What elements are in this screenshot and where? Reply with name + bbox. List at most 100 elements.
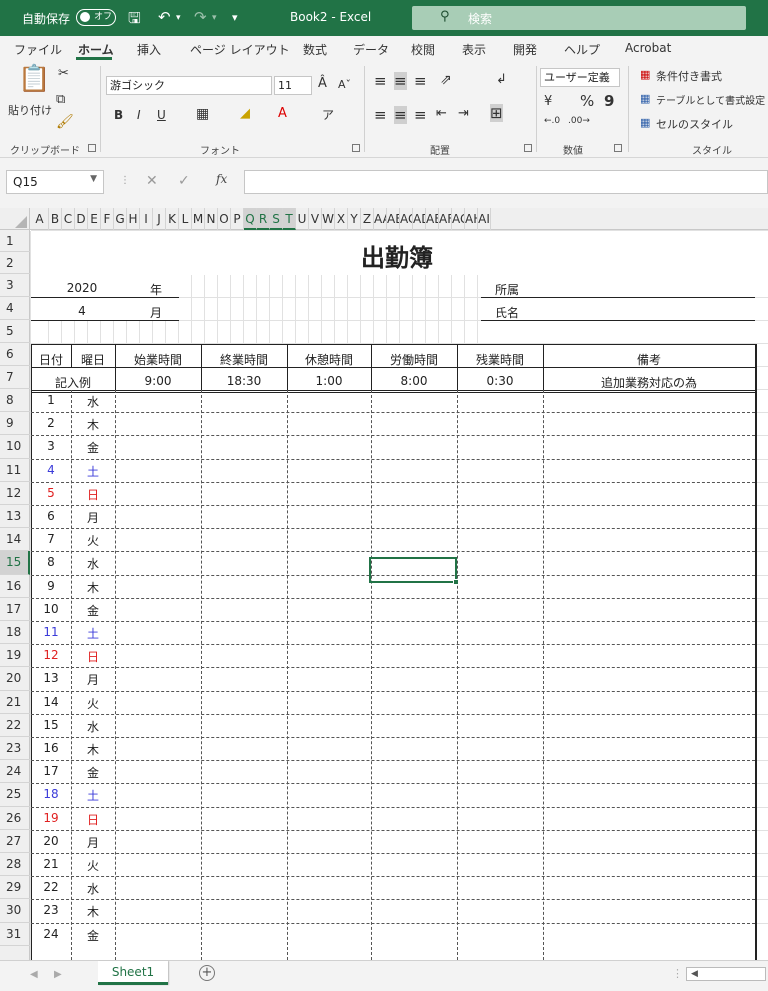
tab-home[interactable]: ホーム	[78, 41, 114, 58]
column-header[interactable]: I	[140, 208, 153, 230]
column-header[interactable]: B	[49, 208, 62, 230]
row-header[interactable]: 28	[0, 853, 30, 877]
row-header[interactable]: 5	[0, 320, 30, 343]
tab-view[interactable]: 表示	[462, 41, 486, 58]
font-launcher-icon[interactable]	[352, 144, 360, 152]
column-header[interactable]: L	[179, 208, 192, 230]
horizontal-scrollbar[interactable]: ◀	[686, 967, 766, 981]
search-box[interactable]: ⚲ 検索	[412, 6, 746, 30]
column-header[interactable]: AG	[452, 208, 465, 230]
align-middle-icon[interactable]: ≡	[394, 72, 407, 90]
cell-styles-button[interactable]: セルのスタイル	[656, 116, 733, 132]
save-icon[interactable]: 🖫	[128, 8, 141, 33]
tab-insert[interactable]: 挿入	[137, 41, 161, 58]
row-header[interactable]: 16	[0, 575, 30, 598]
selected-cell[interactable]	[369, 557, 459, 585]
row-header[interactable]: 20	[0, 667, 30, 691]
row-header[interactable]: 8	[0, 389, 30, 413]
comma-button[interactable]: 9	[604, 92, 614, 110]
column-header[interactable]: Q	[244, 208, 257, 230]
row-header[interactable]: 21	[0, 691, 30, 714]
column-header[interactable]: S	[270, 208, 283, 230]
column-header[interactable]: A	[31, 208, 49, 230]
column-header[interactable]: X	[335, 208, 348, 230]
format-painter-icon[interactable]: 🖌	[56, 114, 74, 130]
row-header[interactable]: 19	[0, 644, 30, 668]
tab-help[interactable]: ヘルプ	[564, 41, 600, 58]
underline-button[interactable]: U	[157, 108, 166, 122]
clipboard-launcher-icon[interactable]	[88, 144, 96, 152]
tab-formulas[interactable]: 数式	[303, 41, 327, 58]
row-header[interactable]: 11	[0, 459, 30, 482]
decrease-decimal-icon[interactable]: .00→	[568, 116, 590, 126]
column-header[interactable]: C	[62, 208, 75, 230]
row-header[interactable]: 26	[0, 807, 30, 830]
column-header[interactable]: AH	[465, 208, 478, 230]
column-header[interactable]: H	[127, 208, 140, 230]
tab-review[interactable]: 校閲	[411, 41, 435, 58]
row-header[interactable]: 25	[0, 783, 30, 807]
column-header[interactable]: J	[153, 208, 166, 230]
column-header[interactable]: M	[192, 208, 205, 230]
column-header[interactable]: N	[205, 208, 218, 230]
row-header[interactable]: 13	[0, 505, 30, 529]
column-header[interactable]: G	[114, 208, 127, 230]
customize-qat-icon[interactable]: ▾	[232, 11, 238, 24]
cancel-entry-icon[interactable]: ✕	[146, 173, 158, 189]
fill-color-icon[interactable]: ◢	[240, 106, 250, 121]
grow-font-icon[interactable]: Â	[318, 76, 327, 91]
tab-acrobat[interactable]: Acrobat	[625, 41, 671, 55]
row-header[interactable]: 18	[0, 621, 30, 645]
column-header[interactable]: AD	[413, 208, 426, 230]
tab-developer[interactable]: 開発	[513, 41, 537, 58]
number-launcher-icon[interactable]	[614, 144, 622, 152]
row-header[interactable]: 30	[0, 899, 30, 923]
add-sheet-icon[interactable]: +	[199, 965, 215, 981]
column-header[interactable]: K	[166, 208, 179, 230]
column-header[interactable]: O	[218, 208, 231, 230]
tab-page-layout[interactable]: ページ レイアウト	[190, 41, 290, 58]
row-header[interactable]: 3	[0, 274, 30, 297]
row-header[interactable]: 10	[0, 435, 30, 459]
align-top-icon[interactable]: ≡	[374, 72, 387, 90]
column-header[interactable]: F	[101, 208, 114, 230]
bold-button[interactable]: B	[114, 108, 123, 122]
borders-icon[interactable]: ▦	[196, 106, 209, 122]
align-left-icon[interactable]: ≡	[374, 106, 387, 124]
tab-data[interactable]: データ	[353, 41, 389, 58]
row-header[interactable]: 1	[0, 230, 30, 252]
font-name-select[interactable]: 游ゴシック	[106, 76, 272, 95]
alignment-launcher-icon[interactable]	[524, 144, 532, 152]
cut-icon[interactable]: ✂	[58, 66, 69, 81]
column-header[interactable]: W	[322, 208, 335, 230]
redo-dropdown-icon[interactable]: ▾	[212, 13, 217, 23]
merge-center-icon[interactable]: ⊞	[490, 104, 503, 122]
row-header[interactable]: 9	[0, 412, 30, 436]
font-size-select[interactable]: 11	[274, 76, 312, 95]
column-header[interactable]: AE	[426, 208, 439, 230]
row-header[interactable]: 4	[0, 297, 30, 320]
paste-label[interactable]: 貼り付け	[8, 102, 52, 118]
insert-function-button[interactable]: fx	[216, 172, 227, 186]
formula-input[interactable]	[244, 170, 768, 194]
phonetic-icon[interactable]: ア	[322, 106, 334, 123]
fill-handle[interactable]	[453, 579, 459, 585]
tab-file[interactable]: ファイル	[14, 41, 62, 58]
column-header[interactable]: P	[231, 208, 244, 230]
column-header[interactable]: AB	[387, 208, 400, 230]
column-header[interactable]: Z	[361, 208, 374, 230]
column-header[interactable]: AI	[478, 208, 491, 230]
name-box[interactable]: Q15 ▼	[6, 170, 104, 194]
wrap-text-icon[interactable]: ↲	[496, 72, 507, 87]
align-center-icon[interactable]: ≡	[394, 106, 407, 124]
column-header[interactable]: V	[309, 208, 322, 230]
row-header[interactable]: 22	[0, 714, 30, 737]
column-header[interactable]: E	[88, 208, 101, 230]
column-header[interactable]: T	[283, 208, 296, 230]
align-right-icon[interactable]: ≡	[414, 106, 427, 124]
next-sheet-icon[interactable]: ▶	[54, 969, 62, 980]
row-header[interactable]: 17	[0, 598, 30, 621]
row-header[interactable]: 6	[0, 343, 30, 366]
prev-sheet-icon[interactable]: ◀	[30, 969, 38, 980]
increase-decimal-icon[interactable]: ←.0	[544, 116, 560, 126]
